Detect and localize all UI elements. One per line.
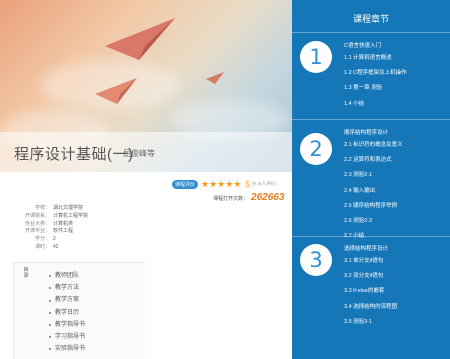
lesson-item[interactable]: 1.3 第一章 测验 <box>344 81 407 96</box>
star-rating-icon: ★★★★★ <box>201 178 242 189</box>
chapter-title[interactable]: C语言快速入门 <box>344 41 381 49</box>
info-row: 学分： 2 <box>34 236 56 243</box>
paper-plane-icon <box>206 72 224 84</box>
rating-badge[interactable]: 课程评价 <box>172 179 199 189</box>
chapter-number-icon: 2 <box>300 133 332 165</box>
info-row: 学校： 湖北文理学院 <box>34 205 84 211</box>
visit-count: 课程打开次数： 262663 <box>213 192 284 203</box>
course-teacher: 屈俊峰等 <box>123 149 155 158</box>
chapter-number-icon: 1 <box>300 41 332 73</box>
lesson-item[interactable]: 1.2 C程序框架及上机操作 <box>344 66 407 81</box>
info-row: 开课专业： 软件工程 <box>24 228 74 235</box>
table-of-contents: 目录 教师团队 教学方法 教学方案 教学日历 教学指导书 学习指导书 实验指导书 <box>13 262 145 359</box>
toc-item[interactable]: 学习指导书 <box>49 331 85 343</box>
course-banner: 程序设计基础(一) 屈俊峰等 <box>0 0 292 172</box>
lesson-item[interactable]: 2.6 测验2-2 <box>344 214 403 229</box>
chapter-title[interactable]: 顺序结构程序设计 <box>344 128 388 136</box>
toc-item[interactable]: 教学方案 <box>49 294 85 306</box>
paper-plane-icon <box>95 78 137 104</box>
course-info: 学校： 湖北文理学院 开课院系： 计算机工程学院 专业大类： 计算机类 开课专业： 软件… <box>16 205 88 252</box>
lesson-item[interactable]: 3.4 选择结构的流程图 <box>344 300 397 315</box>
toc-item[interactable]: 教学日历 <box>49 307 85 319</box>
toc-label: 目录 <box>23 267 29 279</box>
info-row: 开课院系： 计算机工程学院 <box>24 212 89 219</box>
visit-count-value: 262663 <box>251 192 285 203</box>
lesson-item[interactable]: 1.1 计算机语言概述 <box>344 51 407 66</box>
course-title: 程序设计基础(一) <box>14 146 134 163</box>
lesson-item[interactable]: 2.2 运算符和表达式 <box>344 153 403 168</box>
lesson-item[interactable]: 2.5 顺序结构程序举例 <box>344 199 403 214</box>
chapter-panel: 课程章节 1 C语言快速入门 1.1 计算机语言概述 1.2 C程序框架及上机操… <box>292 0 450 359</box>
lesson-item[interactable]: 3.5 测验3-1 <box>344 315 397 330</box>
panel-title: 课程章节 <box>352 14 389 24</box>
lesson-item[interactable]: 3.1 单分支if语句 <box>344 254 397 269</box>
rating-score: 5 <box>245 179 250 189</box>
info-row: 课时： 42 <box>34 243 59 250</box>
visit-count-label: 课程打开次数： <box>213 196 249 202</box>
lesson-item[interactable]: 2.4 输入输出 <box>344 184 403 199</box>
toc-item[interactable]: 教学方法 <box>49 282 85 294</box>
lesson-item[interactable]: 1.4 小结 <box>344 97 407 112</box>
paper-plane-icon <box>105 18 175 60</box>
toc-item[interactable]: 教学指导书 <box>49 319 85 331</box>
toc-item[interactable]: 教师团队 <box>49 270 85 282</box>
chapter-number-icon: 3 <box>300 244 332 276</box>
lesson-item[interactable]: 3.3 if-else的嵌套 <box>344 284 397 299</box>
chapter-title[interactable]: 选择结构程序设计 <box>344 244 388 252</box>
toc-item[interactable]: 实验指导书 <box>49 343 85 355</box>
lesson-item[interactable]: 2.3 测验2-1 <box>344 168 403 183</box>
rating-row: 课程评价 ★★★★★ 5 分 (5人评价) <box>172 178 277 190</box>
lesson-item[interactable]: 3.2 双分支if语句 <box>344 269 397 284</box>
lesson-item[interactable]: 2.1 标识符的概念及意义 <box>344 138 403 153</box>
rating-unit: 分 (5人评价) <box>251 181 277 186</box>
